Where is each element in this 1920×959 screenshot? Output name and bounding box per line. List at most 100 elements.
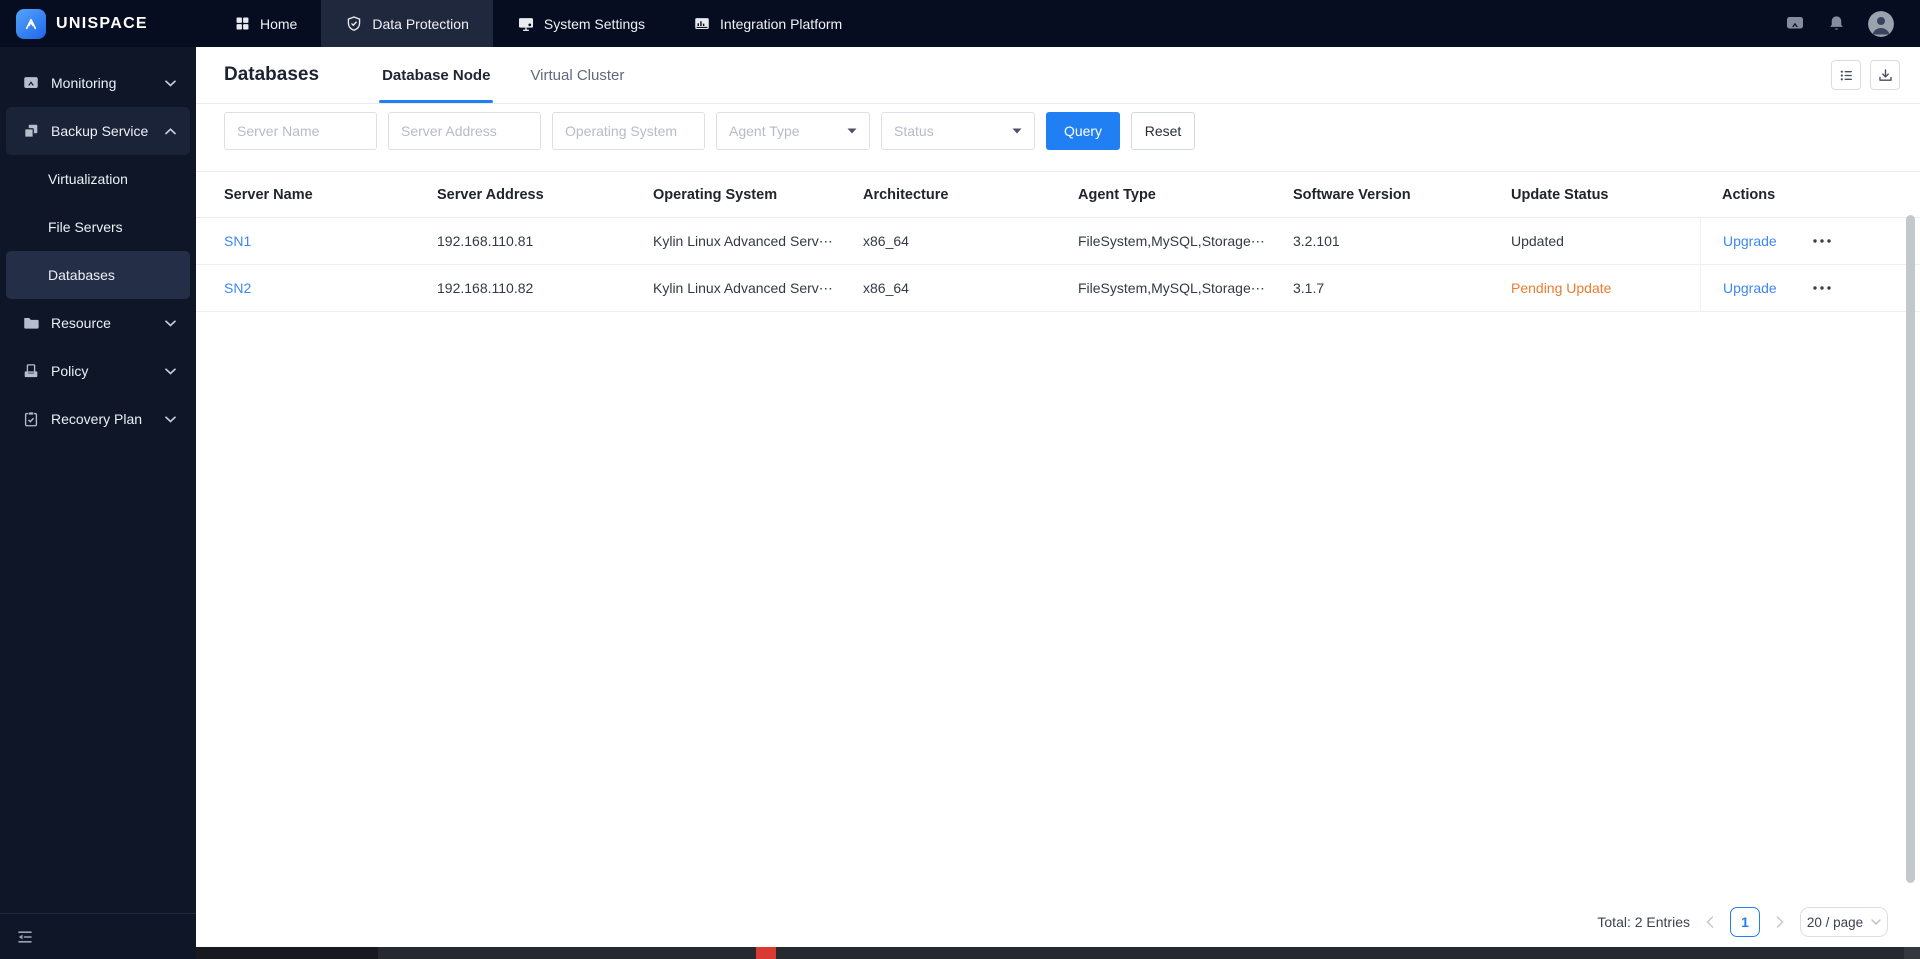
column-settings-button[interactable] xyxy=(1831,60,1861,90)
page-header: Databases Database Node Virtual Cluster xyxy=(196,47,1920,104)
chart-window-icon xyxy=(693,15,711,33)
server-name-link[interactable]: SN1 xyxy=(224,233,251,249)
more-actions-icon[interactable] xyxy=(1813,239,1831,243)
software-version-value: 3.1.7 xyxy=(1293,280,1325,296)
shield-icon xyxy=(345,15,363,33)
topbar: UNISPACE Home Data Protection System Set… xyxy=(0,0,1920,47)
operating-system-input[interactable] xyxy=(552,112,705,150)
upgrade-link[interactable]: Upgrade xyxy=(1723,280,1777,296)
sidebar-item-monitoring-label: Monitoring xyxy=(51,75,117,91)
sidebar-item-file-servers-label: File Servers xyxy=(48,219,123,235)
tab-database-node[interactable]: Database Node xyxy=(379,47,494,103)
sidebar: Monitoring Backup Service Virtualization… xyxy=(0,47,196,959)
brand: UNISPACE xyxy=(0,8,196,39)
topnav-integration-platform[interactable]: Integration Platform xyxy=(669,0,866,47)
home-icon xyxy=(234,15,251,32)
sidebar-item-policy[interactable]: Policy xyxy=(6,347,190,395)
server-address-value: 192.168.110.81 xyxy=(437,233,534,249)
architecture-value: x86_64 xyxy=(863,233,909,249)
topnav-data-protection[interactable]: Data Protection xyxy=(321,0,493,47)
upgrade-link[interactable]: Upgrade xyxy=(1723,233,1777,249)
sidebar-item-file-servers[interactable]: File Servers xyxy=(6,203,190,251)
user-avatar[interactable] xyxy=(1868,10,1894,37)
sidebar-item-monitoring[interactable]: Monitoring xyxy=(6,59,190,107)
server-address-input[interactable] xyxy=(388,112,541,150)
tab-virtual-cluster[interactable]: Virtual Cluster xyxy=(527,47,627,103)
scrollbar-endcap xyxy=(1904,947,1920,959)
horizontal-scrollbar[interactable] xyxy=(196,947,1920,959)
chevron-down-icon xyxy=(1871,919,1881,925)
agent-type-select[interactable]: Agent Type xyxy=(716,112,870,150)
agent-type-select-placeholder: Agent Type xyxy=(729,123,800,139)
page-title: Databases xyxy=(224,64,320,85)
more-actions-icon[interactable] xyxy=(1813,286,1831,290)
server-address-value: 192.168.110.82 xyxy=(437,280,534,296)
servers-table: Server Name Server Address Operating Sys… xyxy=(196,171,1920,312)
table-row: SN1 192.168.110.81 Kylin Linux Advanced … xyxy=(196,218,1920,265)
status-select[interactable]: Status xyxy=(881,112,1035,150)
next-page-icon[interactable] xyxy=(1776,916,1784,928)
sidebar-footer xyxy=(0,913,196,959)
tab-database-node-label: Database Node xyxy=(382,66,491,84)
caret-down-icon xyxy=(1012,128,1022,134)
chevron-down-icon xyxy=(165,79,176,87)
server-name-input[interactable] xyxy=(224,112,377,150)
sidebar-item-databases[interactable]: Databases xyxy=(6,251,190,299)
tab-virtual-cluster-label: Virtual Cluster xyxy=(530,66,625,84)
operating-system-value: Kylin Linux Advanced Serv⋯ xyxy=(653,279,833,296)
architecture-value: x86_64 xyxy=(863,280,909,296)
caret-down-icon xyxy=(847,128,857,134)
tabs: Database Node Virtual Cluster xyxy=(379,47,627,103)
reset-button[interactable]: Reset xyxy=(1131,112,1195,150)
filter-bar: Agent Type Status Query Reset xyxy=(196,104,1920,150)
query-button[interactable]: Query xyxy=(1046,112,1120,150)
topnav-home-label: Home xyxy=(260,15,298,32)
bell-icon[interactable] xyxy=(1827,14,1846,33)
display-icon xyxy=(517,15,535,33)
vertical-scrollbar-thumb[interactable] xyxy=(1906,215,1915,883)
pagination-total: Total: 2 Entries xyxy=(1597,914,1690,930)
download-button[interactable] xyxy=(1870,60,1900,90)
sidebar-item-backup-service[interactable]: Backup Service xyxy=(6,107,190,155)
page-number-button[interactable]: 1 xyxy=(1730,907,1760,937)
message-icon[interactable] xyxy=(1785,14,1805,33)
topnav-home[interactable]: Home xyxy=(210,0,321,47)
chevron-down-icon xyxy=(165,319,176,327)
column-header-operating-system: Operating System xyxy=(653,186,778,203)
sidebar-item-databases-label: Databases xyxy=(48,267,115,283)
agent-type-value: FileSystem,MySQL,Storage⋯ xyxy=(1078,279,1265,296)
unispace-logo-icon xyxy=(16,8,46,39)
chevron-down-icon xyxy=(165,415,176,423)
column-header-actions: Actions xyxy=(1722,186,1776,203)
backup-icon xyxy=(22,122,40,140)
software-version-value: 3.2.101 xyxy=(1293,233,1340,249)
main-content: Databases Database Node Virtual Cluster xyxy=(196,47,1920,959)
topnav-integration-platform-label: Integration Platform xyxy=(720,15,843,32)
horizontal-scrollbar-thumb[interactable] xyxy=(196,947,378,959)
chevron-down-icon xyxy=(165,367,176,375)
chevron-up-icon xyxy=(165,127,176,135)
clipboard-check-icon xyxy=(22,410,40,428)
download-icon xyxy=(1877,67,1894,84)
header-actions xyxy=(1831,60,1900,90)
brand-name: UNISPACE xyxy=(56,14,148,32)
page-size-label: 20 / page xyxy=(1806,914,1864,930)
sidebar-item-backup-service-label: Backup Service xyxy=(51,123,149,139)
list-icon xyxy=(1838,67,1855,84)
sidebar-item-virtualization[interactable]: Virtualization xyxy=(6,155,190,203)
previous-page-icon[interactable] xyxy=(1706,916,1714,928)
policy-icon xyxy=(22,362,40,380)
agent-type-value: FileSystem,MySQL,Storage⋯ xyxy=(1078,232,1265,249)
page-size-select[interactable]: 20 / page xyxy=(1800,907,1888,937)
server-name-link[interactable]: SN2 xyxy=(224,280,251,296)
topbar-right xyxy=(1785,10,1920,37)
monitoring-icon xyxy=(22,74,40,92)
sidebar-item-resource[interactable]: Resource xyxy=(6,299,190,347)
topnav-data-protection-label: Data Protection xyxy=(372,15,469,32)
collapse-sidebar-icon[interactable] xyxy=(15,927,35,947)
column-header-architecture: Architecture xyxy=(863,186,949,203)
scrollbar-red-marker xyxy=(756,947,776,959)
topnav-system-settings[interactable]: System Settings xyxy=(493,0,669,47)
sidebar-item-virtualization-label: Virtualization xyxy=(48,171,128,187)
sidebar-item-recovery-plan[interactable]: Recovery Plan xyxy=(6,395,190,443)
